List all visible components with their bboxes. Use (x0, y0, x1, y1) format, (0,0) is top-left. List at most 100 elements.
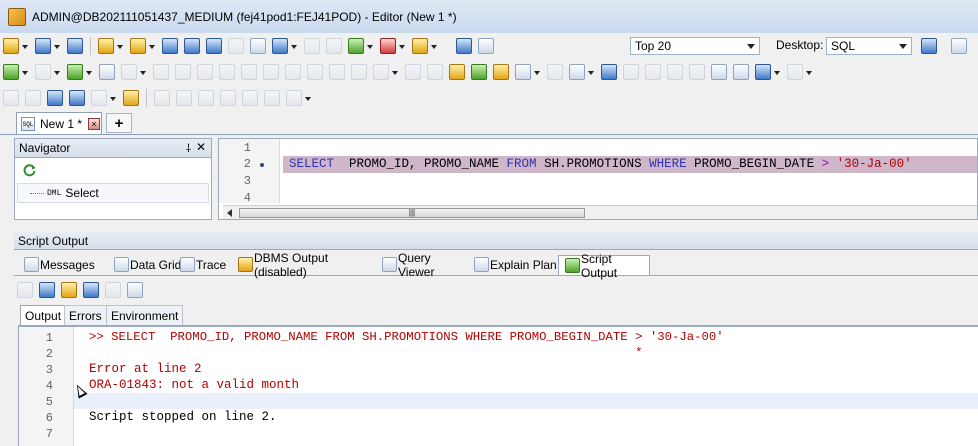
tab-trace[interactable]: Trace (174, 255, 234, 275)
recent-dropdown[interactable] (149, 38, 156, 54)
explain-plan-icon[interactable] (99, 64, 115, 80)
save-all-icon[interactable] (206, 38, 222, 54)
breakpoint-icon (285, 64, 301, 80)
open-folder-icon[interactable] (98, 38, 114, 54)
add-tab-button[interactable]: + (106, 113, 132, 133)
refresh-icon[interactable] (23, 163, 37, 177)
navigator-header: Navigator ⸸ ✕ (15, 139, 211, 158)
output-line: ORA-01843: not a valid month (89, 378, 300, 392)
data-icon (351, 64, 367, 80)
back-icon[interactable] (348, 38, 364, 54)
sql-worksheet-icon[interactable] (35, 38, 51, 54)
script-output-icon (565, 258, 580, 273)
unit-test-icon[interactable] (493, 64, 509, 80)
pause-icon (307, 64, 323, 80)
terminate-icon (329, 64, 345, 80)
find-dropdown[interactable] (534, 64, 541, 80)
script-output-area[interactable]: 1 2 3 4 5 6 7 >> SELECT PROMO_ID, PROMO_… (18, 326, 978, 446)
pin-icon[interactable]: ⸸ (186, 141, 191, 156)
save-output-icon[interactable] (83, 282, 99, 298)
tab-dbms-output[interactable]: DBMS Output (disabled) (232, 251, 380, 279)
highlight-dropdown[interactable] (774, 64, 781, 80)
grid-icon (114, 257, 129, 272)
dbms-output-icon (238, 257, 253, 272)
line-number: 7 (45, 427, 53, 441)
replace-dropdown[interactable] (588, 64, 595, 80)
navigator-title: Navigator (19, 141, 71, 155)
desktop-label: Desktop: (776, 38, 824, 52)
line-number: 3 (45, 363, 53, 377)
replace-ab-icon[interactable] (569, 64, 585, 80)
refresh-clock-icon[interactable] (456, 38, 472, 54)
grid-icon[interactable] (47, 90, 63, 106)
run-statement-icon[interactable] (39, 282, 55, 298)
keyword-from: FROM (506, 157, 537, 171)
open-recent-icon[interactable] (130, 38, 146, 54)
autotrace-dropdown[interactable] (140, 64, 147, 80)
refresh-dropdown[interactable] (110, 90, 117, 106)
comment-dropdown[interactable] (806, 64, 813, 80)
stop-dropdown[interactable] (54, 64, 61, 80)
search-icon[interactable] (478, 38, 494, 54)
close-tab-icon[interactable]: × (88, 117, 101, 130)
uppercase-icon (645, 64, 661, 80)
tab-query-viewer[interactable]: Query Viewer (376, 251, 470, 279)
print-output-icon (105, 282, 121, 298)
layout-icon[interactable] (921, 38, 937, 54)
run-dropdown[interactable] (22, 64, 29, 80)
scroll-left-icon[interactable] (227, 209, 232, 217)
sun-icon[interactable] (123, 90, 139, 106)
print-icon[interactable] (250, 38, 266, 54)
tab-errors[interactable]: Errors (64, 305, 107, 325)
run-statement-icon[interactable] (3, 64, 19, 80)
tools-dropdown[interactable] (431, 38, 438, 54)
keyword-where: WHERE (649, 157, 687, 171)
top-rows-combo[interactable]: Top 20 (630, 37, 760, 55)
close-icon[interactable]: ✕ (196, 140, 206, 154)
save-as-icon[interactable] (184, 38, 200, 54)
binoculars-icon[interactable] (515, 64, 531, 80)
forward-icon[interactable] (380, 38, 396, 54)
clear-icon[interactable] (449, 64, 465, 80)
tab-explain-plan[interactable]: Explain Plan (468, 255, 558, 275)
unshared-worksheet-icon[interactable] (67, 38, 83, 54)
outdent-icon[interactable] (733, 64, 749, 80)
tools-icon[interactable] (412, 38, 428, 54)
save-icon[interactable] (162, 38, 178, 54)
clear-output-icon[interactable] (61, 282, 77, 298)
tab-new-1[interactable]: SQL New 1 * × (16, 112, 102, 134)
monitor-dropdown[interactable] (305, 90, 312, 106)
sql-editor[interactable]: 1 2 3 4 SELECT PROMO_ID, PROMO_NAME FROM… (218, 138, 978, 220)
run-script-icon[interactable] (67, 64, 83, 80)
sql-history-icon[interactable] (272, 38, 288, 54)
undo-icon[interactable] (601, 64, 617, 80)
indent-icon[interactable] (711, 64, 727, 80)
back-dropdown[interactable] (367, 38, 374, 54)
scroll-thumb[interactable]: ||| (239, 208, 585, 218)
print-icon[interactable] (127, 282, 143, 298)
output-line: >> SELECT PROMO_ID, PROMO_NAME FROM SH.P… (89, 330, 724, 344)
tab-messages[interactable]: Messages (18, 255, 108, 275)
tab-environment[interactable]: Environment (106, 305, 184, 325)
worksheet-dropdown[interactable] (54, 38, 61, 54)
initcap-icon (689, 64, 705, 80)
connections-dropdown[interactable] (22, 38, 29, 54)
restore-icon[interactable] (951, 38, 967, 54)
script-dropdown[interactable] (86, 64, 93, 80)
connections-icon[interactable] (3, 38, 19, 54)
callstack-icon (427, 64, 443, 80)
navigator-item-select[interactable]: DML Select (17, 183, 209, 203)
open-dropdown[interactable] (117, 38, 124, 54)
format-icon[interactable] (471, 64, 487, 80)
desktop-combo[interactable]: SQL (826, 37, 912, 55)
horizontal-scrollbar[interactable]: ||| (223, 205, 977, 219)
compare-icon (176, 90, 192, 106)
tab-output[interactable]: Output (20, 305, 67, 325)
trace-icon (180, 257, 195, 272)
highlight-icon[interactable] (755, 64, 771, 80)
forward-dropdown[interactable] (399, 38, 406, 54)
data-dropdown[interactable] (392, 64, 399, 80)
snippets-icon[interactable] (69, 90, 85, 106)
tab-script-output[interactable]: Script Output (558, 252, 650, 280)
history-dropdown[interactable] (291, 38, 298, 54)
